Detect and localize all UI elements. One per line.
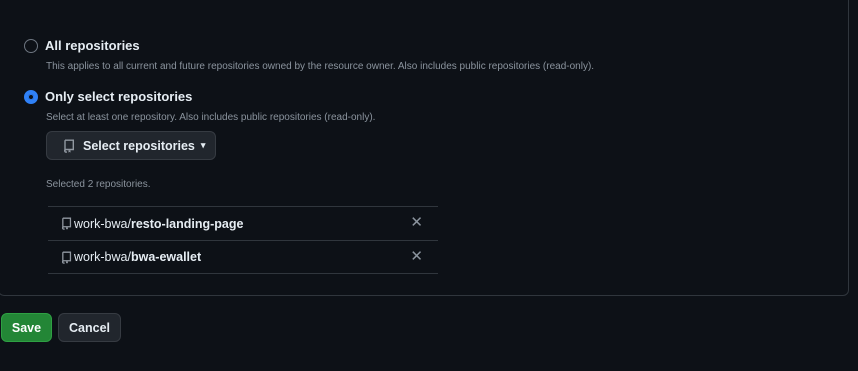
- select-repositories-button[interactable]: Select repositories ▾: [46, 131, 216, 160]
- radio-label-all-repositories: All repositories: [45, 38, 140, 53]
- repo-full-name: work-bwa/bwa-ewallet: [74, 250, 201, 264]
- only-select-repositories-description: Select at least one repository. Also inc…: [46, 112, 376, 123]
- repo-full-name: work-bwa/resto-landing-page: [74, 217, 243, 231]
- repo-owner: work-bwa/: [74, 250, 131, 264]
- caret-down-icon: ▾: [200, 140, 206, 150]
- radio-label-only-select-repositories: Only select repositories: [45, 89, 193, 104]
- repo-icon: [61, 251, 72, 264]
- repo-owner: work-bwa/: [74, 216, 131, 231]
- repo-icon: [61, 217, 72, 230]
- cancel-button[interactable]: Cancel: [58, 313, 121, 342]
- repo-icon: [63, 139, 75, 153]
- save-button[interactable]: Save: [1, 313, 52, 342]
- selected-repositories-list: work-bwa/resto-landing-page ✕ work-bwa/b…: [48, 206, 438, 274]
- close-icon[interactable]: ✕: [410, 215, 423, 231]
- selected-repositories-count: Selected 2 repositories.: [46, 179, 151, 190]
- radio-only-select-repositories[interactable]: [24, 89, 38, 104]
- radio-option-only-select-repositories[interactable]: Only select repositories: [24, 89, 192, 104]
- select-repositories-label: Select repositories: [83, 138, 195, 153]
- repo-name: resto-landing-page: [130, 216, 244, 231]
- list-item: work-bwa/bwa-ewallet ✕: [48, 240, 438, 274]
- radio-option-all-repositories[interactable]: All repositories: [24, 38, 140, 53]
- close-icon[interactable]: ✕: [410, 249, 423, 265]
- list-item: work-bwa/resto-landing-page ✕: [48, 206, 438, 240]
- repo-name: bwa-ewallet: [130, 250, 202, 264]
- all-repositories-description: This applies to all current and future r…: [46, 61, 595, 72]
- radio-all-repositories[interactable]: [24, 38, 38, 53]
